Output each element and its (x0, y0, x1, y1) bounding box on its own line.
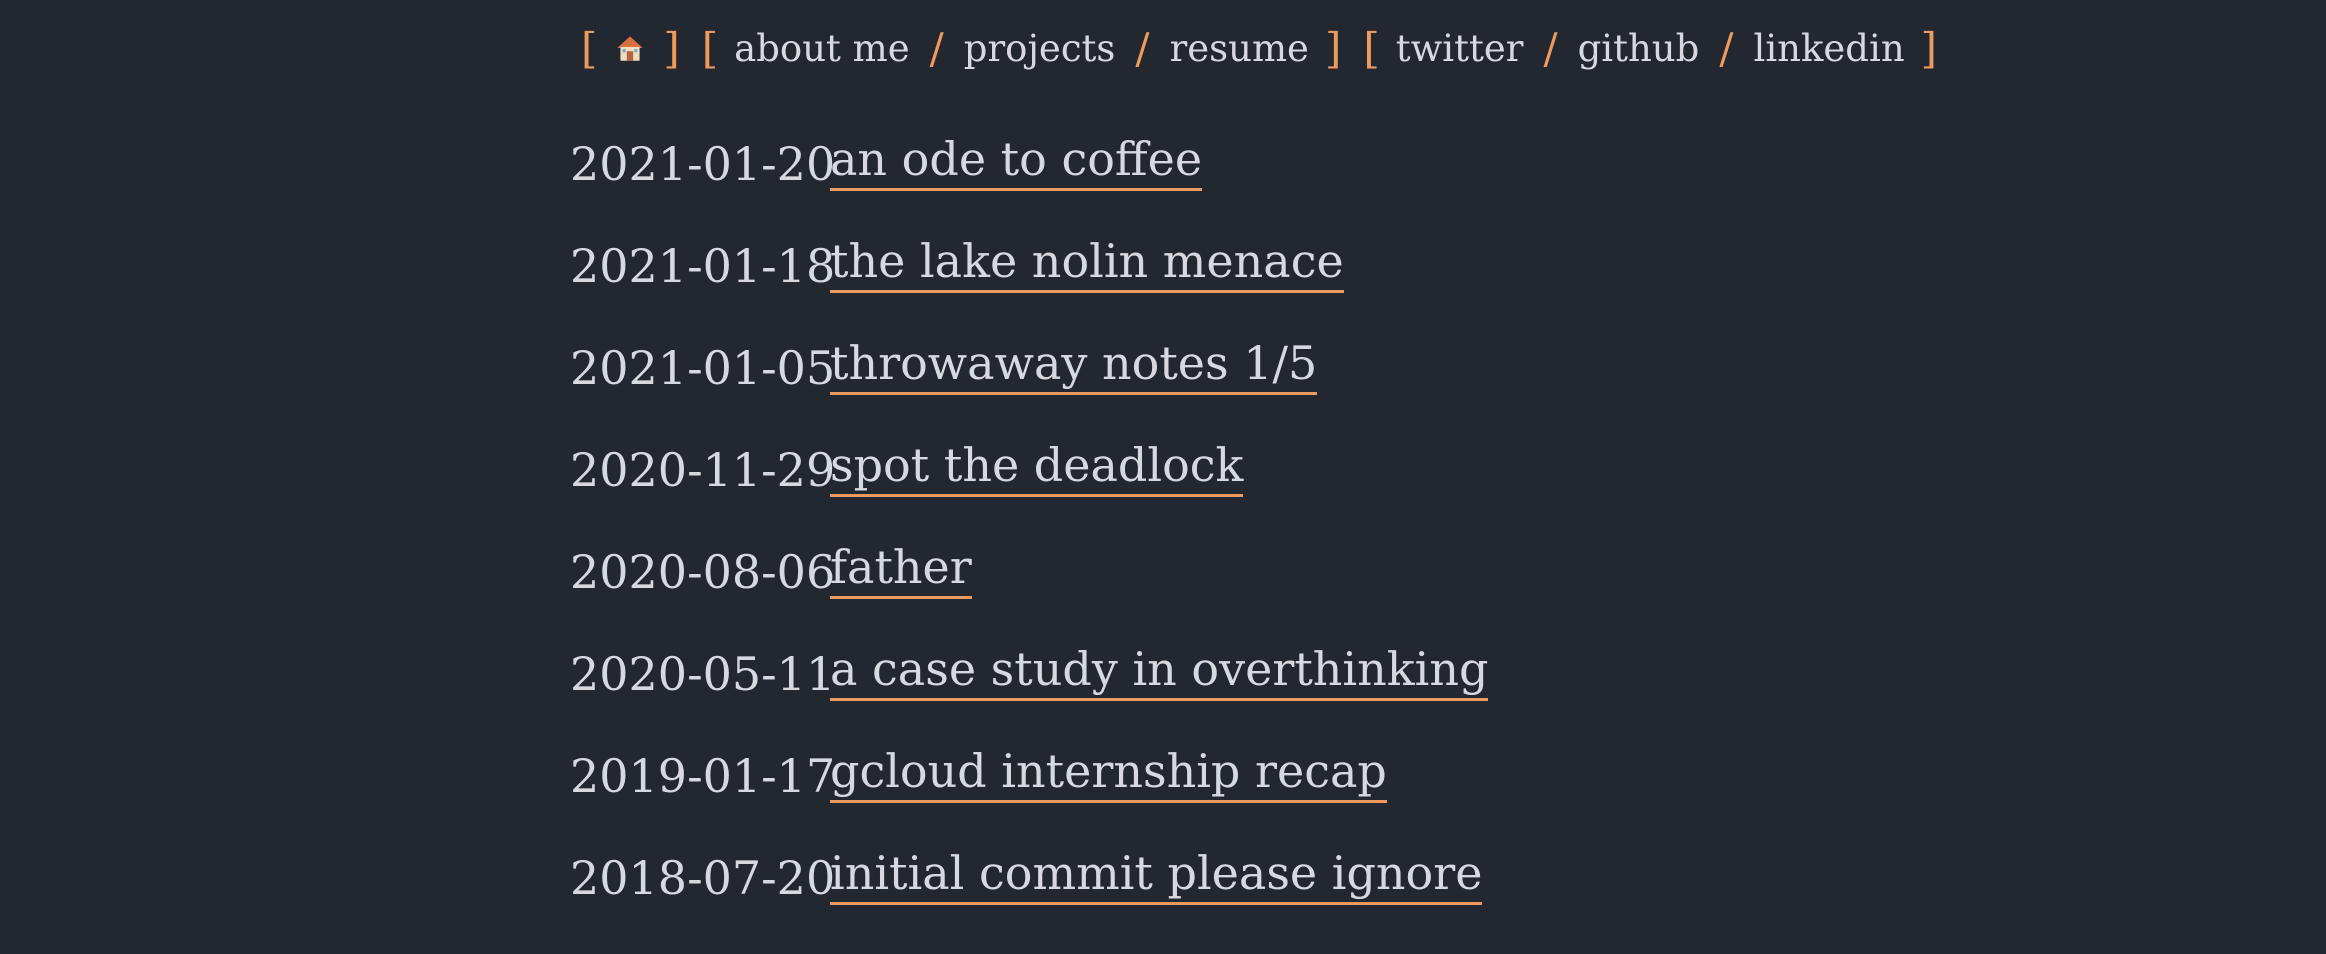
nav-separator: / (1543, 23, 1558, 73)
post-item: 2021-01-20 an ode to coffee (570, 132, 1488, 234)
post-date: 2020-05-11 (570, 647, 836, 701)
post-title-link[interactable]: an ode to coffee (830, 132, 1203, 191)
post-item: 2019-01-17 gcloud internship recap (570, 744, 1488, 846)
post-date: 2021-01-20 (570, 137, 836, 191)
post-title-link[interactable]: initial commit please ignore (830, 846, 1483, 905)
nav-separator: / (1135, 23, 1150, 73)
post-title-link[interactable]: throwaway notes 1/5 (830, 336, 1318, 395)
bracket-close: ] (1920, 23, 1938, 73)
nav-separator: / (1719, 23, 1734, 73)
post-title-link[interactable]: the lake nolin menace (830, 234, 1344, 293)
bracket-close: ] (663, 23, 680, 73)
nav-separator: / (929, 23, 944, 73)
post-date: 2021-01-05 (570, 341, 836, 395)
bracket-open: [ (701, 23, 719, 73)
post-item: 2020-11-29 spot the deadlock (570, 438, 1488, 540)
post-item: 2020-05-11 a case study in overthinking (570, 642, 1489, 744)
top-nav: [ ] [ about me / projects / resume ] [ t… (575, 20, 1953, 76)
post-date: 2021-01-18 (570, 239, 836, 293)
linkedin-link[interactable]: linkedin (1753, 27, 1904, 70)
bracket-open: [ (1363, 23, 1380, 73)
post-date: 2020-08-06 (570, 545, 836, 599)
github-link[interactable]: github (1578, 27, 1700, 70)
post-title-link[interactable]: father (830, 540, 972, 599)
post-title-link[interactable]: a case study in overthinking (830, 642, 1489, 701)
post-item: 2021-01-05 throwaway notes 1/5 (570, 336, 1488, 438)
bracket-close: ] (1324, 23, 1342, 73)
twitter-link[interactable]: twitter (1396, 27, 1524, 70)
post-item: 2020-08-06 father (570, 540, 1488, 642)
post-item: 2018-07-20 initial commit please ignore (570, 846, 1488, 948)
page: [ ] [ about me / projects / resume ] [ t… (0, 0, 2326, 954)
post-list: 2021-01-20 an ode to coffee 2021-01-18 t… (570, 132, 1489, 948)
resume-link[interactable]: resume (1170, 27, 1309, 70)
post-date: 2018-07-20 (570, 851, 836, 905)
home-link[interactable] (613, 31, 647, 65)
post-date: 2019-01-17 (570, 749, 836, 803)
about-me-link[interactable]: about me (734, 27, 909, 70)
post-title-link[interactable]: spot the deadlock (830, 438, 1244, 497)
post-title-link[interactable]: gcloud internship recap (830, 744, 1387, 803)
house-icon (617, 36, 644, 61)
projects-link[interactable]: projects (964, 27, 1116, 70)
bracket-open: [ (581, 23, 598, 73)
post-item: 2021-01-18 the lake nolin menace (570, 234, 1488, 336)
post-date: 2020-11-29 (570, 443, 836, 497)
